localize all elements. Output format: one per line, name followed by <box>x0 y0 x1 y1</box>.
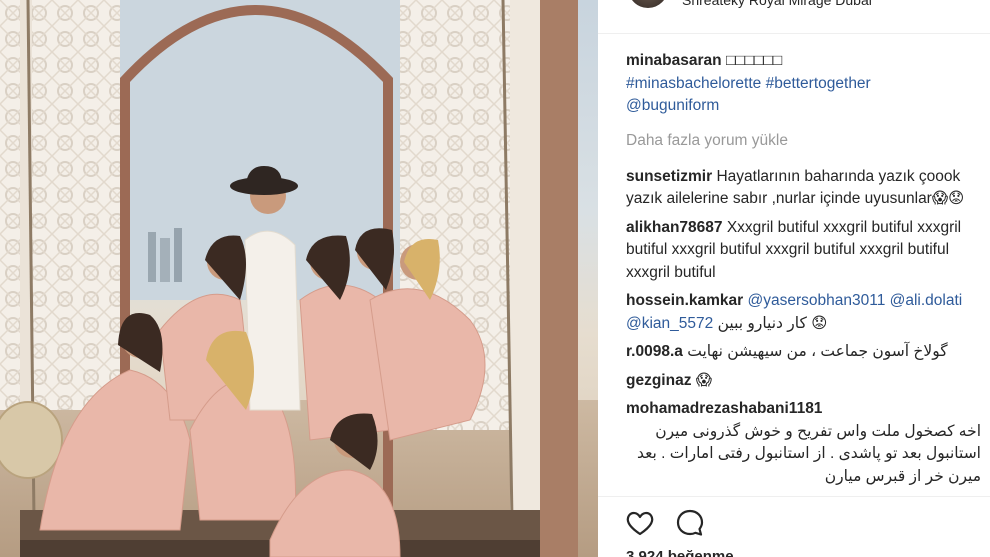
location-link[interactable]: Shreateky Royal Mirage Dubai <box>682 0 872 8</box>
comment-text: کار دنیارو ببین 😟 <box>717 314 828 332</box>
post-header: Shreateky Royal Mirage Dubai <box>598 0 990 34</box>
comment: alikhan78687 Xxxgril butiful xxxgril but… <box>626 217 981 285</box>
comment: hossein.kamkar @yasersobhan3011 @ali.dol… <box>626 290 981 335</box>
comment-username[interactable]: alikhan78687 <box>626 219 723 236</box>
like-count[interactable]: 3.924 beğenme <box>626 548 734 557</box>
photo-illustration <box>0 0 598 557</box>
heart-icon <box>626 511 654 536</box>
caption-hashtags[interactable]: #minasbachelorette #bettertogether <box>626 75 871 92</box>
load-more-comments-button[interactable]: Daha fazla yorum yükle <box>626 132 981 150</box>
comment: r.0098.a گولاخ آسون جماعت ، من سیهیشن نه… <box>626 341 981 364</box>
like-button[interactable] <box>624 507 656 539</box>
comment-text: گولاخ آسون جماعت ، من سیهیشن نهایت <box>687 343 948 360</box>
comment-list: minabasaran □□□□□□ #minasbachelorette #b… <box>626 50 981 494</box>
comment-text: 😱 <box>695 371 712 389</box>
comment-username[interactable]: hossein.kamkar <box>626 292 743 309</box>
caption-username[interactable]: minabasaran <box>626 52 722 69</box>
post-photo <box>0 0 598 557</box>
post-actions: 3.924 beğenme <box>598 496 990 557</box>
comment: gezginaz 😱 <box>626 370 981 393</box>
comment-username[interactable]: gezginaz <box>626 372 691 389</box>
comment: sunsetizmir Hayatlarının baharında yazık… <box>626 166 981 211</box>
comment-username[interactable]: sunsetizmir <box>626 168 712 185</box>
caption-emoji: □□□□□□ <box>725 52 783 69</box>
post-sidebar: Shreateky Royal Mirage Dubai minabasaran… <box>598 0 990 557</box>
comment-username[interactable]: mohamadrezashabani1181 <box>626 400 822 417</box>
caption: minabasaran □□□□□□ #minasbachelorette #b… <box>626 50 981 118</box>
caption-mention[interactable]: @buguniform <box>626 97 719 114</box>
comment: mohamadrezashabani1181 اخه کصخول ملت واس… <box>626 398 981 488</box>
comment-icon <box>676 509 704 536</box>
comment-text: اخه کصخول ملت واس تفریح و خوش گذرونی میر… <box>636 422 981 485</box>
comment-username[interactable]: r.0098.a <box>626 343 683 360</box>
comment-button[interactable] <box>674 507 706 539</box>
avatar[interactable] <box>628 0 668 8</box>
